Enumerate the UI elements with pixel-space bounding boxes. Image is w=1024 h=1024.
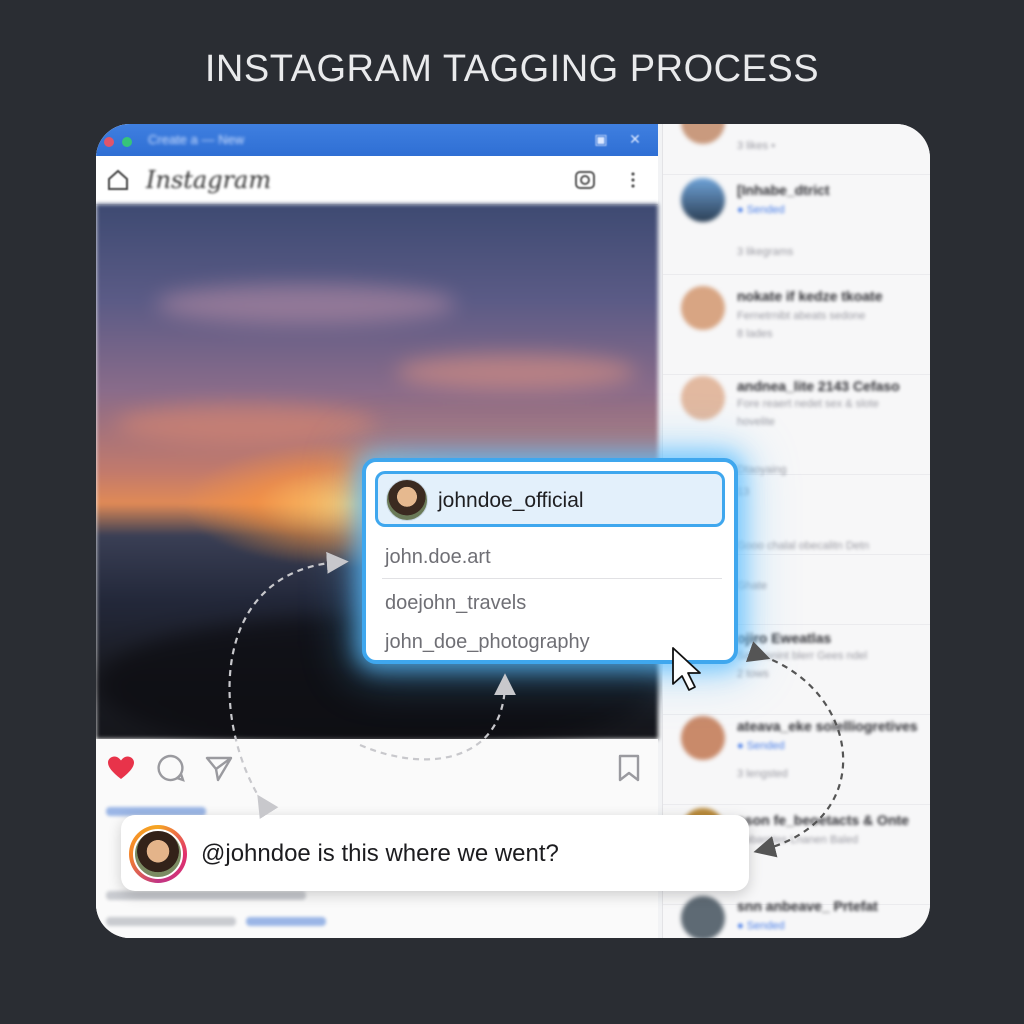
comment-input[interactable]: @johndoe is this where we went? xyxy=(121,815,749,891)
sidebar-list-item[interactable]: snn anbeave_ Prtefat ● Sended xyxy=(663,884,930,938)
caption-link xyxy=(246,917,326,926)
home-icon[interactable] xyxy=(106,168,130,192)
avatar xyxy=(681,896,725,938)
story-ring xyxy=(129,825,187,883)
comment-text[interactable]: @johndoe is this where we went? xyxy=(201,840,559,868)
share-icon[interactable] xyxy=(204,753,234,783)
avatar xyxy=(386,479,428,521)
caption-line xyxy=(106,891,306,900)
window-close-icon[interactable]: ✕ xyxy=(626,130,644,148)
sidebar-list-item[interactable]: 3 likes • xyxy=(663,124,930,175)
sidebar-list-item[interactable]: nokate if kedze tkoate Fernetrnibt abeat… xyxy=(663,274,930,375)
instagram-logo: Instagram xyxy=(146,166,272,194)
avatar xyxy=(681,178,725,222)
caption-line xyxy=(106,917,236,926)
suggestion-item[interactable]: doejohn_travels xyxy=(385,592,526,615)
avatar xyxy=(681,124,725,144)
window-restore-icon[interactable]: ▣ xyxy=(592,130,610,148)
heart-icon[interactable] xyxy=(106,753,136,783)
camera-icon[interactable] xyxy=(574,169,596,191)
bookmark-icon[interactable] xyxy=(614,753,644,783)
post-actions-bar xyxy=(96,739,658,799)
sidebar-list-item[interactable]: ateava_eke solelliogretives ● Sended 3 l… xyxy=(663,704,930,805)
window-close-dot[interactable] xyxy=(104,137,114,147)
page-title: INSTAGRAM TAGGING PROCESS xyxy=(204,48,820,90)
divider xyxy=(382,578,722,579)
window-title-bar: Create a — New ▣ ✕ xyxy=(96,124,658,156)
avatar xyxy=(681,716,725,760)
mention-suggestions-dropdown: johndoe_official john.doe.art doejohn_tr… xyxy=(362,458,738,664)
avatar xyxy=(681,376,725,420)
menu-icon[interactable] xyxy=(622,169,644,191)
suggestion-username: johndoe_official xyxy=(438,489,584,512)
window-title: Create a — New xyxy=(148,132,245,147)
suggestion-item[interactable]: john_doe_photography xyxy=(385,631,590,654)
suggestion-item[interactable]: john.doe.art xyxy=(385,546,491,569)
sidebar-list-item[interactable]: [Inhabe_dtrict ● Sended 3 likegrams xyxy=(663,174,930,275)
avatar xyxy=(681,286,725,330)
window-maximize-dot[interactable] xyxy=(122,137,133,147)
comment-icon[interactable] xyxy=(156,753,186,783)
avatar xyxy=(133,829,183,879)
instagram-header: Instagram xyxy=(96,156,658,205)
suggestion-item-selected[interactable]: johndoe_official xyxy=(375,471,725,527)
